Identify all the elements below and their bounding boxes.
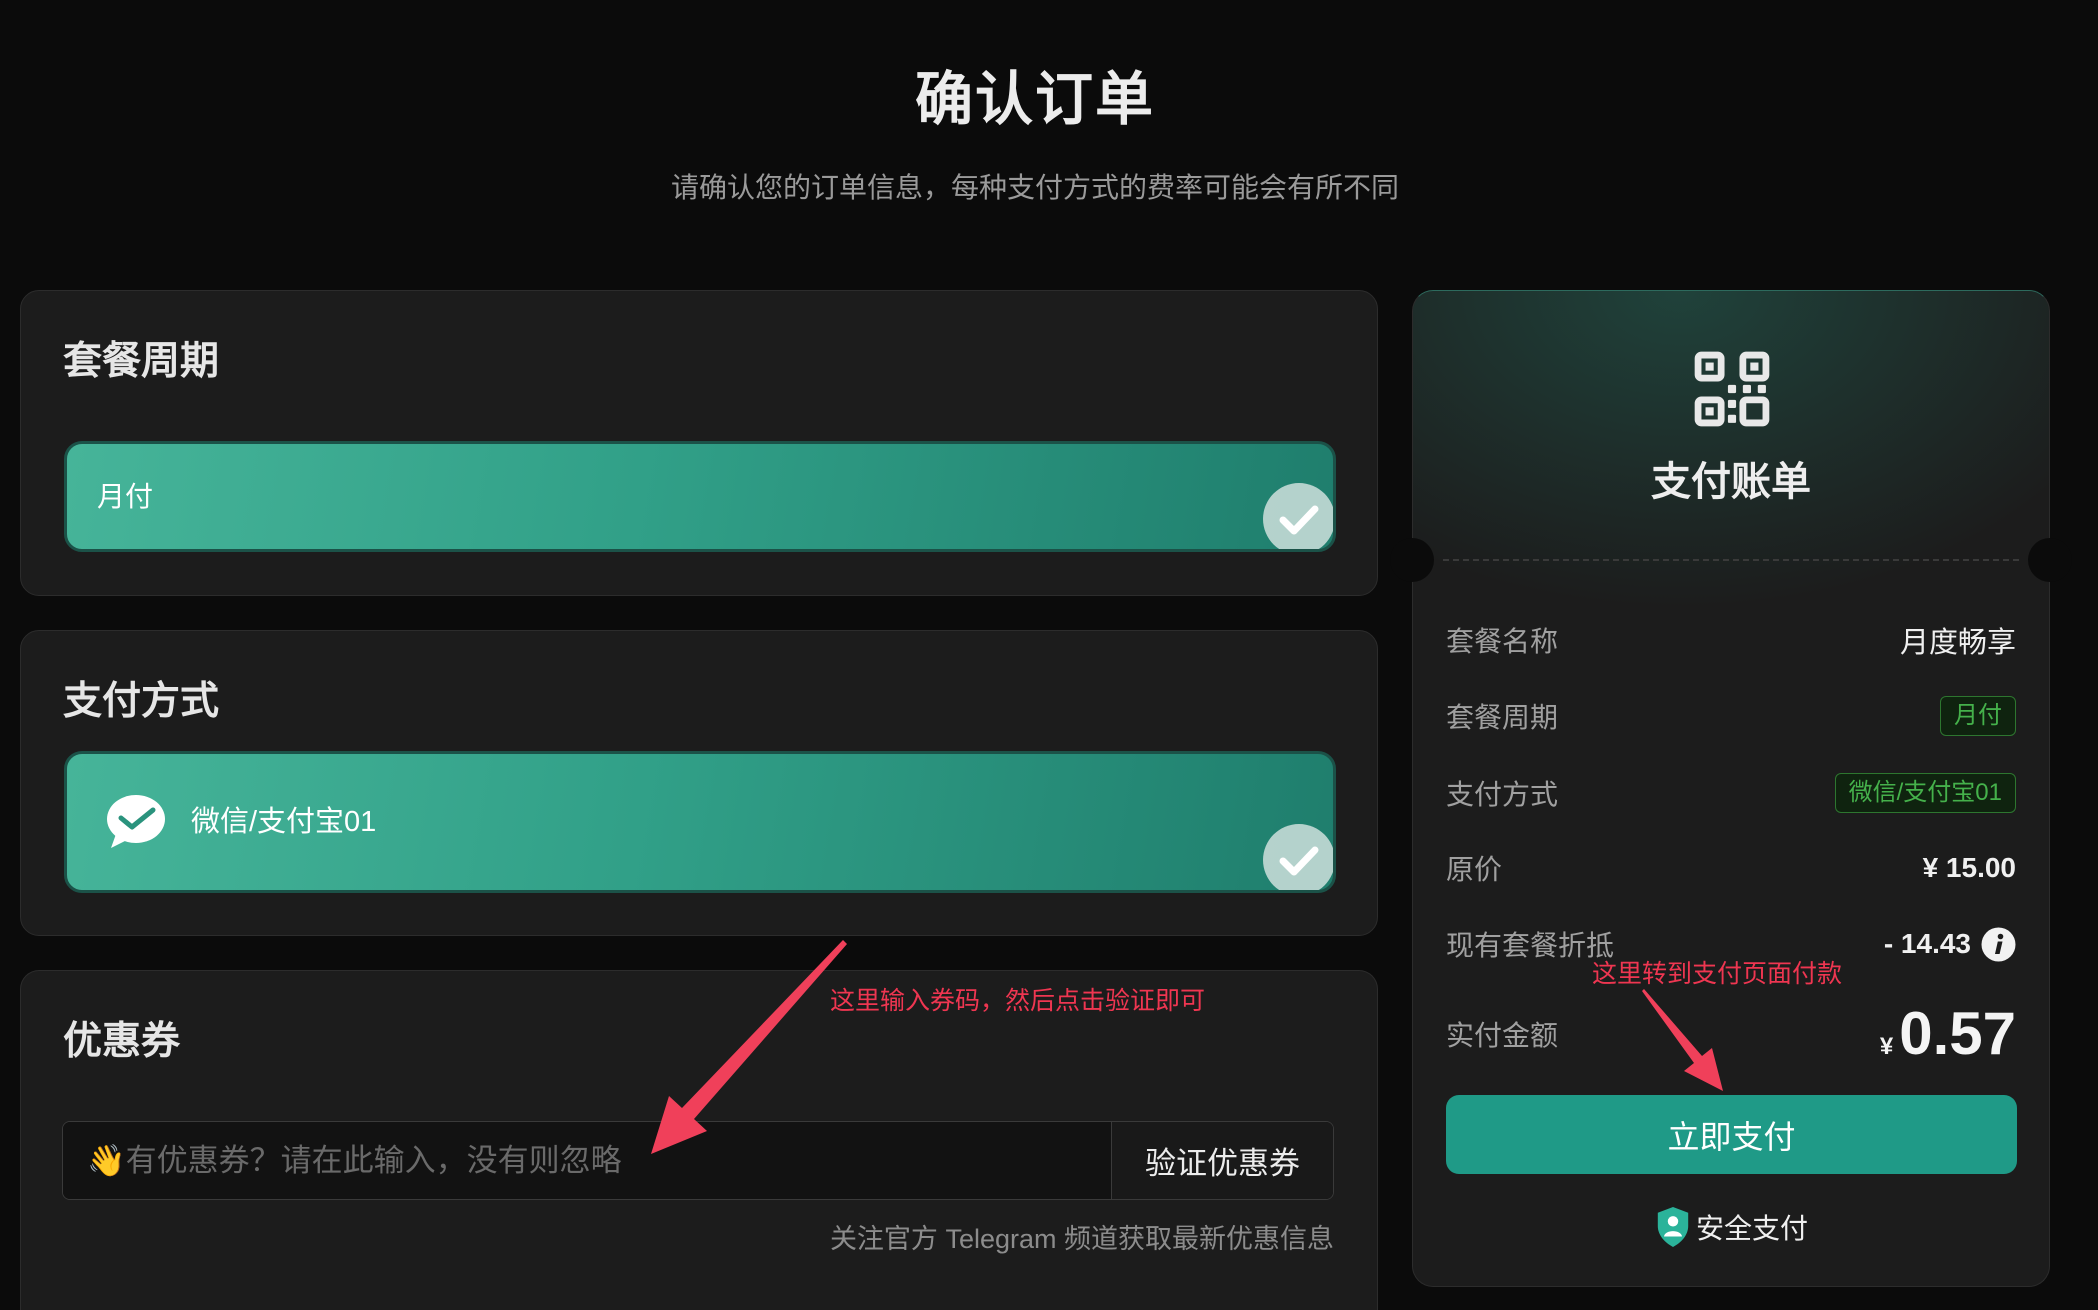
page-subtitle: 请确认您的订单信息，每种支付方式的费率可能会有所不同 bbox=[670, 172, 1399, 203]
telegram-note: 关注官方 Telegram 频道获取最新优惠信息 bbox=[829, 1224, 1334, 1254]
coupon-input[interactable] bbox=[63, 1122, 1111, 1199]
discount-value-group: - 14.43 bbox=[1884, 927, 2016, 962]
bill-divider bbox=[1443, 559, 2019, 561]
shield-icon bbox=[1654, 1205, 1692, 1249]
bill-row-plan-period: 套餐周期 月付 bbox=[1446, 691, 2016, 741]
bill-row-label: 套餐周期 bbox=[1446, 702, 1559, 733]
period-option-monthly[interactable]: 月付 bbox=[64, 441, 1336, 552]
page-title: 确认订单 bbox=[914, 67, 1155, 132]
coupon-card: 优惠券 验证优惠券 关注官方 Telegram 频道获取最新优惠信息 bbox=[20, 970, 1378, 1310]
period-card: 套餐周期 月付 bbox=[20, 290, 1378, 596]
total-label: 实付金额 bbox=[1446, 1020, 1559, 1051]
pay-now-button[interactable]: 立即支付 bbox=[1446, 1095, 2017, 1174]
payment-option-wechat-alipay[interactable]: 微信/支付宝01 bbox=[64, 751, 1336, 893]
bill-title: 支付账单 bbox=[1651, 460, 1811, 504]
verify-coupon-button[interactable]: 验证优惠券 bbox=[1111, 1122, 1333, 1199]
plan-period-badge: 月付 bbox=[1940, 696, 2016, 736]
wechat-pay-icon bbox=[103, 790, 167, 854]
payment-method-badge: 微信/支付宝01 bbox=[1834, 773, 2016, 813]
check-circle-icon bbox=[1263, 824, 1333, 890]
payment-option-label: 微信/支付宝01 bbox=[191, 806, 377, 838]
bill-row-original-price: 原价 ¥ 15.00 bbox=[1446, 843, 2016, 893]
pay-annotation: 这里转到支付页面付款 bbox=[1592, 960, 1843, 988]
bill-row-total: 实付金额 ¥ 0.57 bbox=[1446, 999, 2016, 1069]
check-circle-icon bbox=[1263, 483, 1333, 549]
ticket-notch-left bbox=[1390, 538, 1434, 582]
period-option-label: 月付 bbox=[97, 481, 154, 512]
order-confirm-page: 确认订单 请确认您的订单信息，每种支付方式的费率可能会有所不同 套餐周期 月付 … bbox=[0, 0, 2098, 1310]
secure-payment-label: 安全支付 bbox=[1695, 1213, 1808, 1244]
bill-row-payment-method: 支付方式 微信/支付宝01 bbox=[1446, 768, 2016, 818]
secure-payment: 安全支付 bbox=[1413, 1205, 2049, 1249]
bill-row-label: 支付方式 bbox=[1446, 779, 1559, 810]
ticket-notch-right bbox=[2028, 538, 2072, 582]
bill-row-label: 现有套餐折抵 bbox=[1446, 930, 1615, 961]
coupon-heading: 优惠券 bbox=[63, 1020, 181, 1063]
plan-name-value: 月度畅享 bbox=[1899, 627, 2016, 659]
coupon-input-group: 验证优惠券 bbox=[62, 1121, 1334, 1200]
bill-card: 支付账单 套餐名称 月度畅享 套餐周期 月付 支付方式 微信/支付宝01 原价 … bbox=[1390, 290, 2072, 1287]
total-number: 0.57 bbox=[1899, 1000, 2016, 1067]
payment-card: 支付方式 微信/支付宝01 bbox=[20, 630, 1378, 936]
total-currency: ¥ bbox=[1879, 1033, 1894, 1060]
discount-value: - 14.43 bbox=[1883, 928, 1971, 959]
coupon-annotation: 这里输入券码，然后点击验证即可 bbox=[830, 987, 1206, 1015]
info-icon[interactable] bbox=[1981, 927, 2016, 962]
bill-row-label: 套餐名称 bbox=[1446, 626, 1559, 657]
total-amount: ¥ 0.57 bbox=[1880, 1001, 2016, 1067]
bill-row-label: 原价 bbox=[1446, 854, 1503, 885]
payment-heading: 支付方式 bbox=[63, 680, 220, 723]
qr-code-icon bbox=[1694, 351, 1770, 427]
bill-row-plan-name: 套餐名称 月度畅享 bbox=[1446, 615, 2016, 665]
period-heading: 套餐周期 bbox=[63, 340, 220, 383]
original-price-value: ¥ 15.00 bbox=[1922, 852, 2016, 883]
